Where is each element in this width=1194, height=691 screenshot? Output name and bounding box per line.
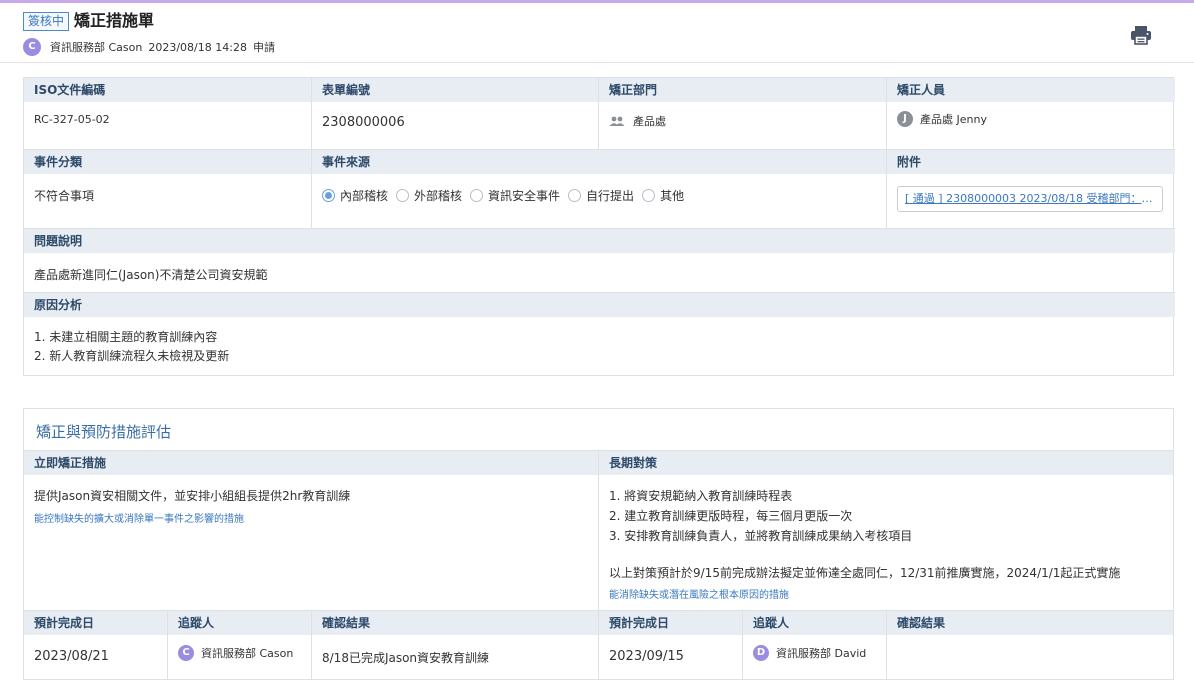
problem-value: 產品處新進同仁(Jason)不清楚公司資安規範: [34, 268, 268, 282]
attachment-link[interactable]: [ 通過 ] 2308000003 2023/08/18 受稽部門：產品處: [897, 186, 1163, 212]
left-tracker-wrap: C 資訊服務部 Cason: [178, 645, 293, 661]
person-value-wrap: J 產品處 Jenny: [897, 111, 987, 127]
form-details-section: ISO文件編碼 RC-327-05-02 表單編號 2308000006 矯正部…: [23, 77, 1175, 376]
avatar: C: [178, 645, 194, 661]
person-cell: 矯正人員 J 產品處 Jenny: [887, 78, 1175, 150]
radio-unchecked[interactable]: [470, 189, 484, 202]
problem-cell: 問題說明 產品處新進同仁(Jason)不清楚公司資安規範: [24, 229, 1175, 293]
left-result-cell: 確認結果 8/18已完成Jason資安教育訓練: [312, 611, 599, 679]
attachment-label: 附件: [887, 150, 1175, 174]
printer-icon[interactable]: [1130, 25, 1152, 45]
right-due-value: 2023/09/15: [609, 649, 684, 664]
evaluation-title-bar: 矯正與預防措施評估: [24, 409, 1173, 451]
iso-value: RC-327-05-02: [34, 113, 110, 126]
cause-line: 2. 新人教育訓練流程久未檢視及更新: [34, 349, 230, 363]
immediate-hint: 能控制缺失的擴大或消除單一事件之影響的措施: [34, 514, 244, 525]
category-cell: 事件分類 不符合事項: [24, 150, 312, 229]
longterm-hint: 能消除缺失或潛在風險之根本原因的措施: [609, 590, 789, 601]
longterm-list: 1. 將資安規範納入教育訓練時程表 2. 建立教育訓練更版時程，每三個月更版一次…: [609, 486, 912, 546]
radio-unchecked[interactable]: [642, 189, 656, 202]
iso-label: ISO文件編碼: [24, 78, 311, 102]
problem-label: 問題說明: [24, 229, 1175, 253]
right-tracker-cell: 追蹤人 D 資訊服務部 David: [743, 611, 887, 679]
avatar: C: [23, 38, 41, 56]
radio-unchecked[interactable]: [396, 189, 410, 202]
dept-label: 矯正部門: [599, 78, 886, 102]
status-badge: 簽核中: [23, 12, 70, 31]
applicant-info: C 資訊服務部 Cason 2023/08/18 14:28 申請: [23, 38, 281, 56]
evaluation-title: 矯正與預防措施評估: [36, 423, 172, 441]
applicant-dept: 資訊服務部 Cason: [50, 41, 143, 54]
immediate-label: 立即矯正措施: [24, 451, 598, 475]
tracker-label: 追蹤人: [168, 611, 311, 635]
avatar: J: [897, 111, 913, 127]
form-no-cell: 表單編號 2308000006: [312, 78, 599, 150]
radio-security-incident[interactable]: 資訊安全事件: [470, 187, 560, 204]
result-label: 確認結果: [312, 611, 598, 635]
left-tracker-value: 資訊服務部 Cason: [201, 647, 294, 660]
page-title: 矯正措施單: [74, 11, 155, 30]
longterm-label: 長期對策: [599, 451, 1173, 475]
dept-value: 產品處: [633, 115, 666, 128]
source-radio-group: 內部稽核 外部稽核 資訊安全事件 自行提出 其他: [322, 187, 692, 204]
result-label: 確認結果: [887, 611, 1173, 635]
dept-cell: 矯正部門 產品處: [599, 78, 887, 150]
applicant-datetime: 2023/08/18 14:28: [148, 40, 247, 54]
group-icon: [609, 116, 625, 126]
right-tracker-value: 資訊服務部 David: [776, 647, 867, 660]
dept-value-wrap: 產品處: [609, 113, 666, 129]
longterm-cell: 長期對策 1. 將資安規範納入教育訓練時程表 2. 建立教育訓練更版時程，每三個…: [599, 451, 1173, 611]
source-label: 事件來源: [312, 150, 886, 174]
radio-self-reported[interactable]: 自行提出: [568, 187, 634, 204]
category-label: 事件分類: [24, 150, 311, 174]
immediate-value: 提供Jason資安相關文件，並安排小組組長提供2hr教育訓練: [34, 489, 351, 503]
longterm-line: 2. 建立教育訓練更版時程，每三個月更版一次: [609, 509, 853, 523]
cause-cell: 原因分析 1. 未建立相關主題的教育訓練內容 2. 新人教育訓練流程久未檢視及更…: [24, 293, 1175, 375]
person-value: 產品處 Jenny: [920, 113, 987, 126]
radio-checked[interactable]: [322, 189, 335, 202]
avatar: D: [753, 645, 769, 661]
iso-cell: ISO文件編碼 RC-327-05-02: [24, 78, 312, 150]
category-value: 不符合事項: [34, 189, 95, 203]
applicant-action: 申請: [252, 41, 275, 54]
longterm-line: 1. 將資安規範納入教育訓練時程表: [609, 489, 793, 503]
due-label: 預計完成日: [599, 611, 742, 635]
form-no-value: 2308000006: [322, 115, 405, 130]
longterm-line: 3. 安排教育訓練負責人，並將教育訓練成果納入考核項目: [609, 529, 913, 543]
tracker-label: 追蹤人: [743, 611, 886, 635]
left-due-value: 2023/08/21: [34, 649, 109, 664]
left-tracker-cell: 追蹤人 C 資訊服務部 Cason: [168, 611, 312, 679]
person-label: 矯正人員: [887, 78, 1175, 102]
radio-other[interactable]: 其他: [642, 187, 684, 204]
radio-internal-audit[interactable]: 內部稽核: [322, 187, 388, 204]
left-due-cell: 預計完成日 2023/08/21: [24, 611, 168, 679]
longterm-note: 以上對策預計於9/15前完成辦法擬定並佈達全處同仁，12/31前推廣實施，202…: [609, 566, 1121, 580]
radio-unchecked[interactable]: [568, 189, 582, 202]
evaluation-section: 矯正與預防措施評估 立即矯正措施 提供Jason資安相關文件，並安排小組組長提供…: [23, 408, 1174, 680]
right-tracker-wrap: D 資訊服務部 David: [753, 645, 866, 661]
form-no-label: 表單編號: [312, 78, 598, 102]
cause-line: 1. 未建立相關主題的教育訓練內容: [34, 330, 218, 344]
left-result-value: 8/18已完成Jason資安教育訓練: [322, 651, 490, 665]
radio-external-audit[interactable]: 外部稽核: [396, 187, 462, 204]
immediate-cell: 立即矯正措施 提供Jason資安相關文件，並安排小組組長提供2hr教育訓練 能控…: [24, 451, 599, 611]
cause-label: 原因分析: [24, 293, 1175, 317]
page-header: 簽核中 矯正措施單 C 資訊服務部 Cason 2023/08/18 14:28…: [0, 3, 1194, 63]
right-result-cell: 確認結果: [887, 611, 1173, 679]
right-due-cell: 預計完成日 2023/09/15: [599, 611, 743, 679]
due-label: 預計完成日: [24, 611, 167, 635]
cause-list: 1. 未建立相關主題的教育訓練內容 2. 新人教育訓練流程久未檢視及更新: [34, 328, 229, 366]
